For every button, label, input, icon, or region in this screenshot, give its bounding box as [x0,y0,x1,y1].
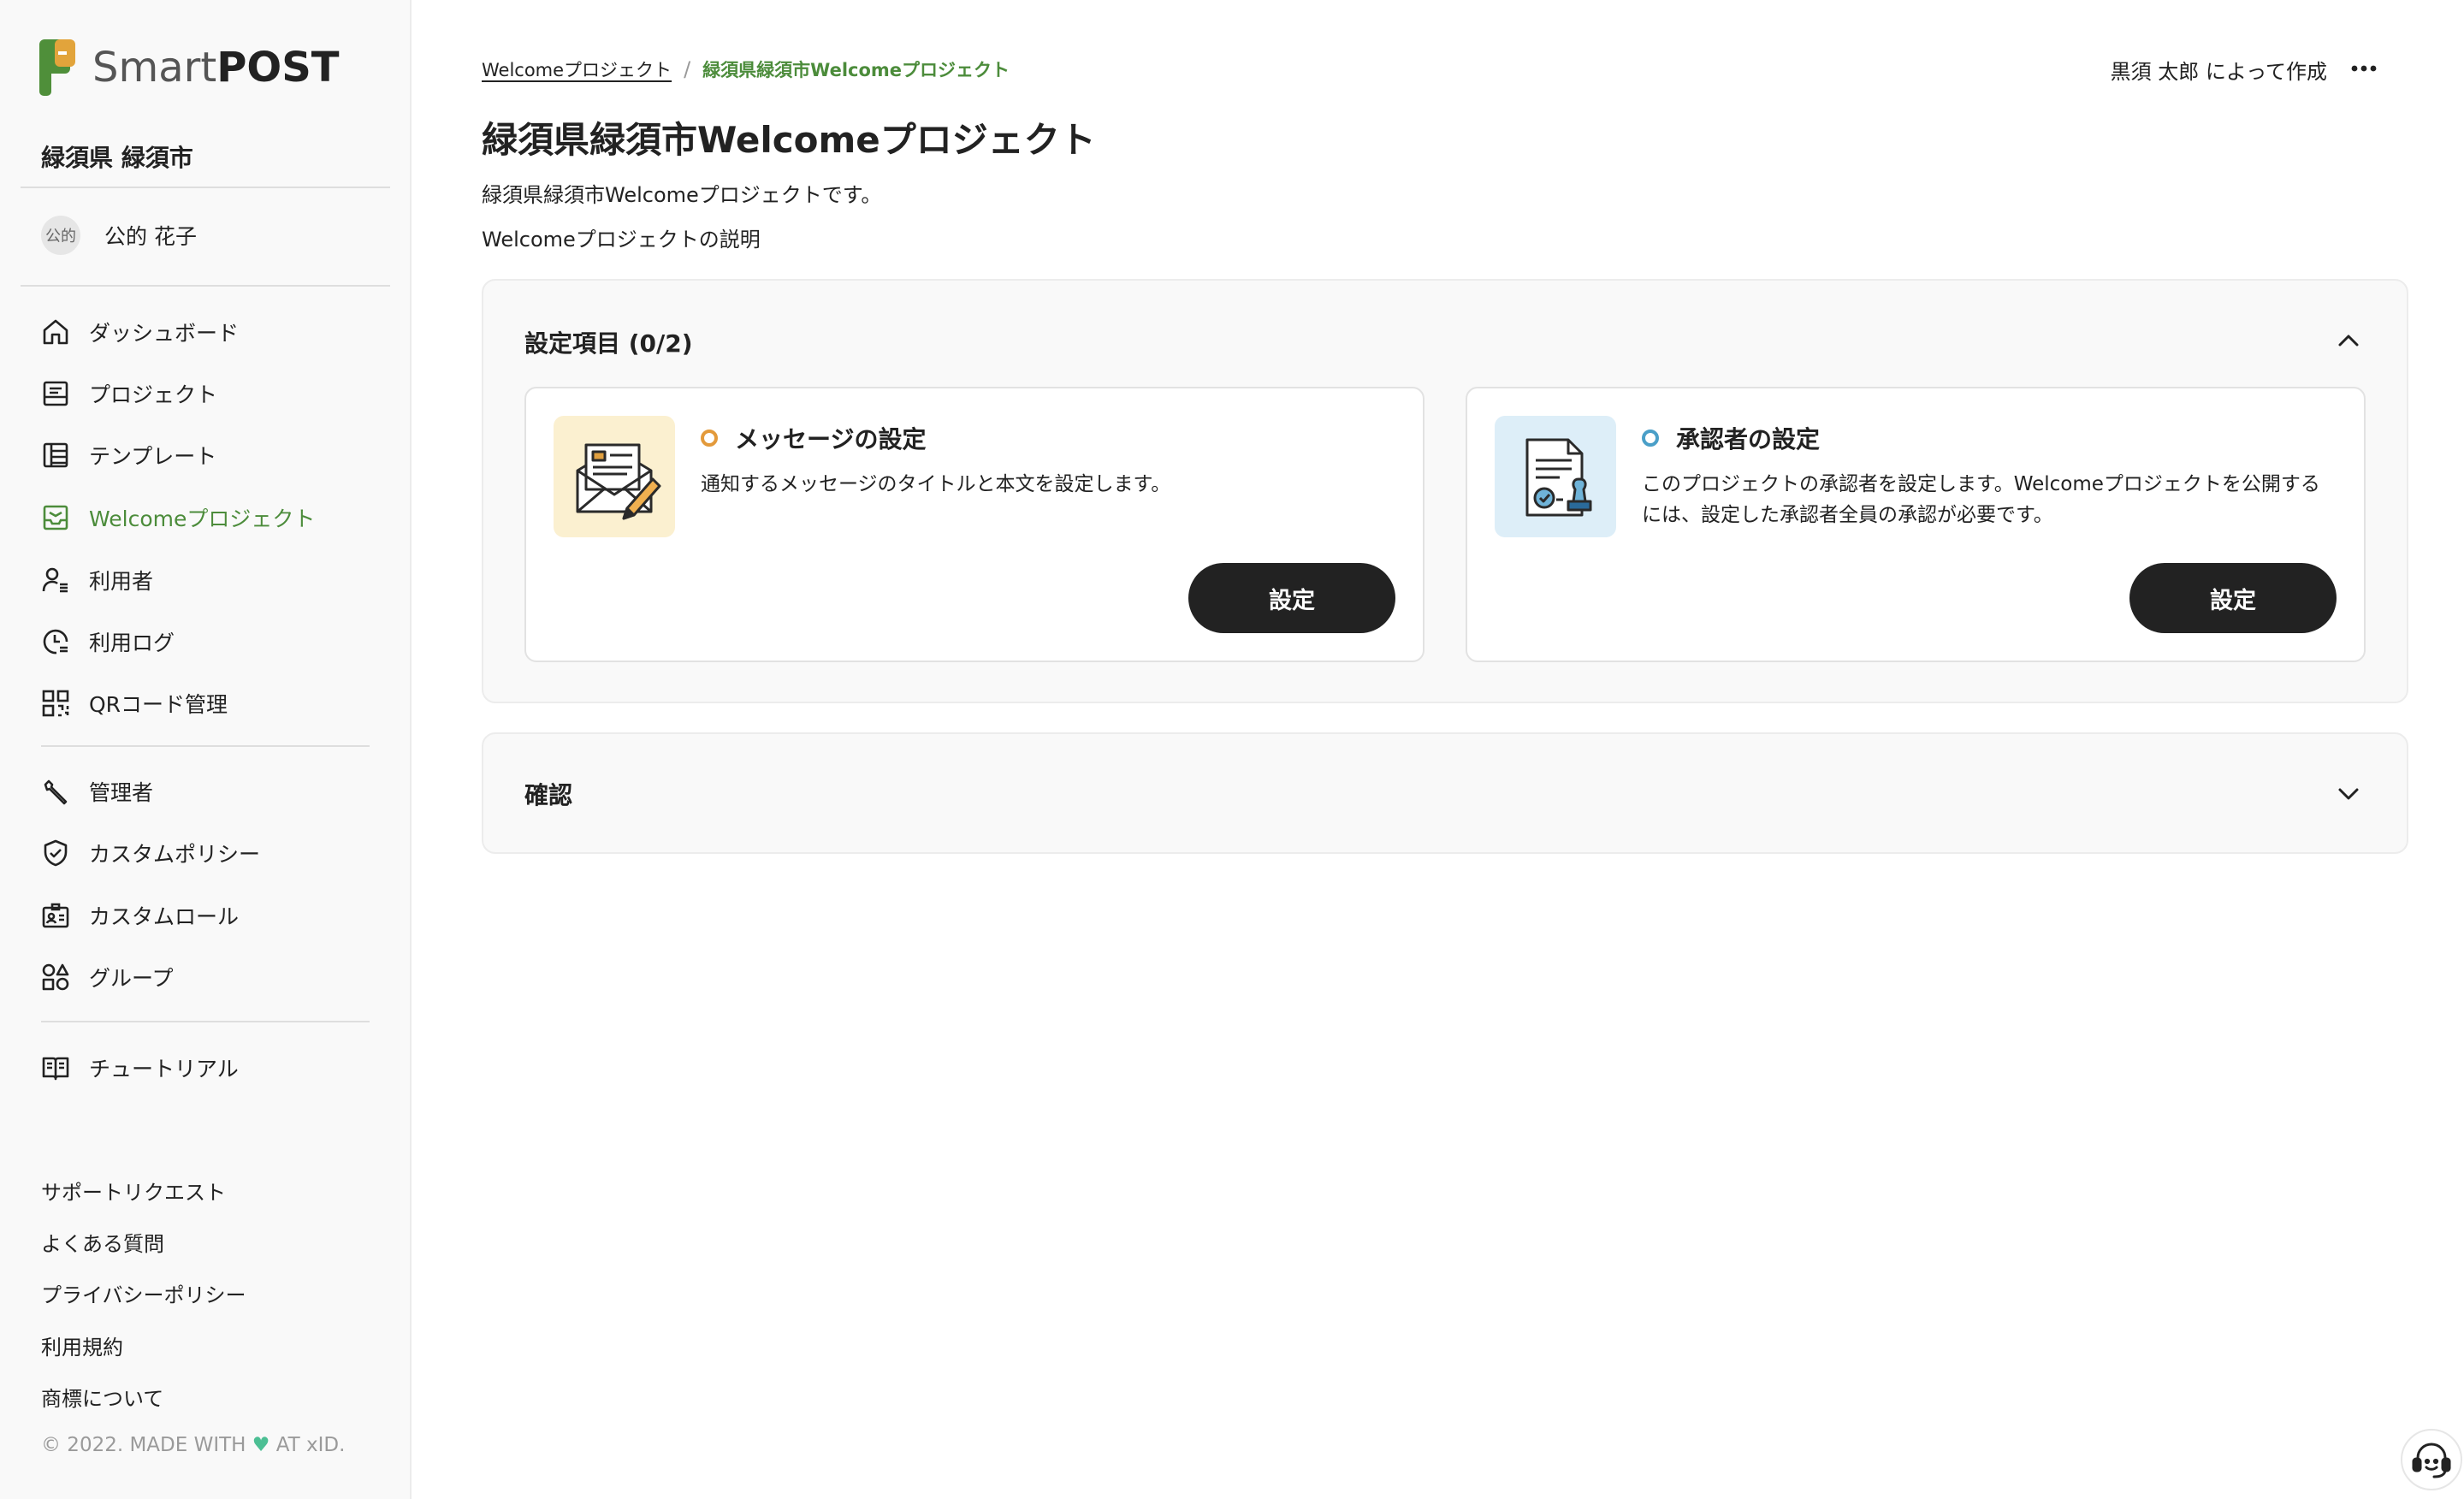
divider [21,187,390,188]
card-description: このプロジェクトの承認者を設定します。Welcomeプロジェクトを公開するには、… [1642,473,2320,526]
terms-link[interactable]: 利用規約 [41,1330,123,1360]
divider [41,1021,370,1022]
nav-label: グループ [89,966,174,991]
nav-tutorial[interactable]: チュートリアル [41,1051,239,1085]
card-title-text: 承認者の設定 [1676,425,1821,453]
heart-icon: ♥ [252,1434,270,1456]
nav-label: 利用ログ [89,631,175,655]
nav-usage-log[interactable]: 利用ログ [41,625,175,659]
nav-admins[interactable]: 管理者 [41,774,153,809]
status-incomplete-icon [1642,430,1659,447]
copyright-prefix: © 2022. MADE WITH [41,1434,246,1456]
support-chat-button[interactable] [2401,1429,2462,1490]
approver-settings-card: 承認者の設定 このプロジェクトの承認者を設定します。Welcomeプロジェクトを… [1466,387,2366,662]
more-dots-icon [2351,65,2377,72]
privacy-policy-link[interactable]: プライバシーポリシー [41,1278,246,1308]
user-name: 公的 花子 [104,224,197,249]
envelope-pencil-illustration-icon [554,416,675,537]
home-icon [41,317,70,347]
nav-label: Welcomeプロジェクト [89,507,316,531]
divider [41,745,370,747]
nav-label: 利用者 [89,569,154,594]
created-by-label: 黒須 太郎 によって作成 [2110,60,2327,84]
breadcrumb-parent-link[interactable]: Welcomeプロジェクト [482,56,672,82]
smartpost-logo[interactable]: SmartPOST [39,39,340,96]
copyright: © 2022. MADE WITH ♥ AT xID. [41,1434,345,1456]
collapse-chevron-up-icon[interactable] [2333,325,2364,356]
shield-check-icon [41,838,70,868]
nav-welcome-project[interactable]: Welcomeプロジェクト [41,501,315,535]
faq-link[interactable]: よくある質問 [41,1227,164,1257]
shapes-icon [41,963,70,992]
nav-label: ダッシュボード [89,321,240,346]
nav-project[interactable]: プロジェクト [41,376,217,411]
sidebar: SmartPOST 緑須県 緑須市 公的 公的 花子 ダッシュボード プロジェク… [0,0,412,1499]
user-list-icon [41,566,70,595]
breadcrumb-current: 緑須県緑須市Welcomeプロジェクト [702,60,1010,80]
nav-label: カスタムロール [89,904,240,929]
avatar: 公的 [41,216,80,255]
status-incomplete-icon [701,430,718,447]
log-clock-icon [41,627,70,656]
message-settings-card: メッセージの設定 通知するメッセージのタイトルと本文を設定します。 設定 [524,387,1424,662]
wrench-icon [41,777,70,806]
page-title: 緑須県緑須市Welcomeプロジェクト [482,119,1096,161]
nav-custom-role[interactable]: カスタムロール [41,898,239,933]
confirm-panel[interactable]: 確認 [482,732,2408,854]
nav-custom-policy[interactable]: カスタムポリシー [41,836,260,870]
message-settings-button[interactable]: 設定 [1188,563,1395,633]
breadcrumb: Welcomeプロジェクト / 緑須県緑須市Welcomeプロジェクト [482,56,1010,82]
qr-code-icon [41,689,70,718]
nav-label: QRコード管理 [89,692,228,717]
logo-wordmark: SmartPOST [92,44,340,92]
nav-label: カスタムポリシー [89,842,261,867]
nav-dashboard[interactable]: ダッシュボード [41,315,239,349]
approver-settings-button[interactable]: 設定 [2129,563,2337,633]
headset-support-icon [2412,1443,2451,1478]
org-name: 緑須県 緑須市 [41,144,193,172]
welcome-inbox-icon [41,503,70,532]
settings-panel-title: 設定項目 (0/2) [524,329,693,358]
nav-label: プロジェクト [89,382,218,407]
support-request-link[interactable]: サポートリクエスト [41,1176,226,1206]
nav-users[interactable]: 利用者 [41,563,153,597]
nav-groups[interactable]: グループ [41,960,174,994]
nav-label: テンプレート [89,444,217,469]
current-user[interactable]: 公的 公的 花子 [41,216,197,255]
message-settings-title-row: メッセージの設定 [701,421,926,455]
card-title-text: メッセージの設定 [735,425,927,453]
nav-template[interactable]: テンプレート [41,438,216,472]
trademark-link[interactable]: 商標について [41,1382,163,1412]
nav-qr-code[interactable]: QRコード管理 [41,686,228,720]
nav-label: 管理者 [89,780,154,805]
more-options-button[interactable] [2343,51,2385,86]
card-description: 通知するメッセージのタイトルと本文を設定します。 [701,473,1171,495]
id-card-icon [41,901,70,930]
project-description: 緑須県緑須市Welcomeプロジェクトです。 [482,183,882,207]
copyright-suffix: AT xID. [275,1434,346,1456]
logo-mark-icon [39,39,75,96]
nav-label: チュートリアル [89,1057,239,1081]
project-explanation: Welcomeプロジェクトの説明 [482,228,761,252]
breadcrumb-separator: / [684,57,691,81]
confirm-panel-title: 確認 [524,781,573,809]
book-icon [41,1053,70,1082]
approver-settings-title-row: 承認者の設定 [1642,421,1820,455]
document-stamp-illustration-icon [1495,416,1616,537]
project-icon [41,379,70,408]
expand-chevron-down-icon[interactable] [2333,779,2364,809]
divider [21,285,390,287]
template-icon [41,441,70,470]
settings-panel: 設定項目 (0/2) メッセージの設定 通知するメッセージのタイトルと本文を設定… [482,279,2408,703]
